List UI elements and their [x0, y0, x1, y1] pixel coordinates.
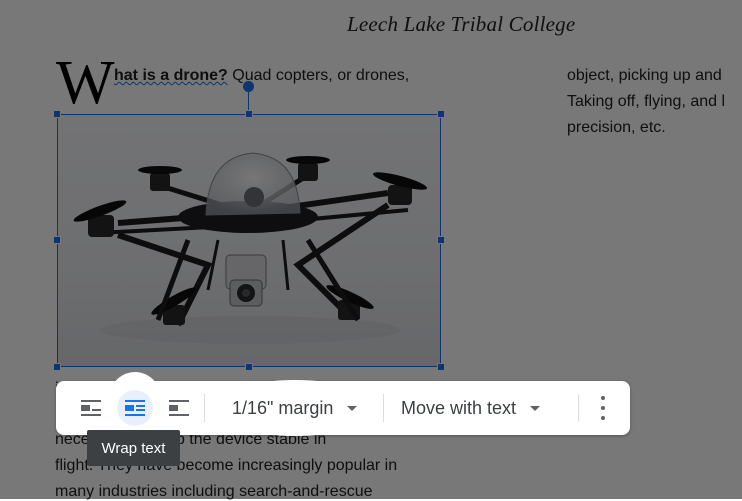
resize-handle-bottom-left[interactable]	[53, 363, 61, 371]
column2-line-3: precision, etc.	[567, 119, 666, 136]
more-options-icon[interactable]	[597, 396, 609, 420]
selected-drone-image[interactable]	[57, 114, 441, 367]
first-line-rest-text: Quad copters, or drones,	[227, 67, 410, 84]
resize-handle-bottom[interactable]	[245, 363, 253, 371]
document-header-title: Leech Lake Tribal College	[347, 12, 576, 36]
resize-handle-top[interactable]	[245, 110, 253, 118]
position-dropdown[interactable]: Move with text	[401, 390, 541, 426]
resize-handle-top-right[interactable]	[437, 110, 445, 118]
wrap-text-button[interactable]	[117, 390, 153, 426]
column2-line-2: Taking off, flying, and l	[567, 93, 726, 110]
wrap-text-tooltip: Wrap text	[87, 430, 180, 466]
inline-wrap-icon	[81, 400, 101, 416]
drop-cap-letter: W	[56, 49, 115, 117]
margin-dropdown[interactable]: 1/16" margin	[232, 390, 358, 426]
toolbar-divider	[383, 394, 384, 422]
drone-illustration	[73, 152, 428, 344]
toolbar-divider	[578, 394, 579, 422]
inline-wrap-button[interactable]	[73, 390, 109, 426]
chevron-down-icon	[530, 405, 541, 411]
resize-handle-top-left[interactable]	[53, 110, 61, 118]
resize-handle-left[interactable]	[53, 236, 61, 244]
break-text-icon	[169, 400, 189, 416]
chevron-down-icon	[347, 405, 358, 411]
toolbar-divider	[204, 394, 205, 422]
column2-line-1: object, picking up and	[567, 67, 722, 84]
resize-handle-right[interactable]	[437, 236, 445, 244]
body-line-5: many industries including search-and-res…	[55, 483, 373, 500]
margin-value: 1/16" margin	[232, 397, 334, 418]
resize-handle-bottom-right[interactable]	[437, 363, 445, 371]
bold-question-text: hat is a drone?	[114, 67, 228, 84]
position-value: Move with text	[401, 397, 517, 418]
rotation-handle[interactable]	[243, 81, 254, 92]
paragraph-first-line: hat is a drone? Quad copters, or drones,	[114, 67, 409, 85]
wrap-text-icon	[125, 400, 145, 416]
break-text-button[interactable]	[161, 390, 197, 426]
